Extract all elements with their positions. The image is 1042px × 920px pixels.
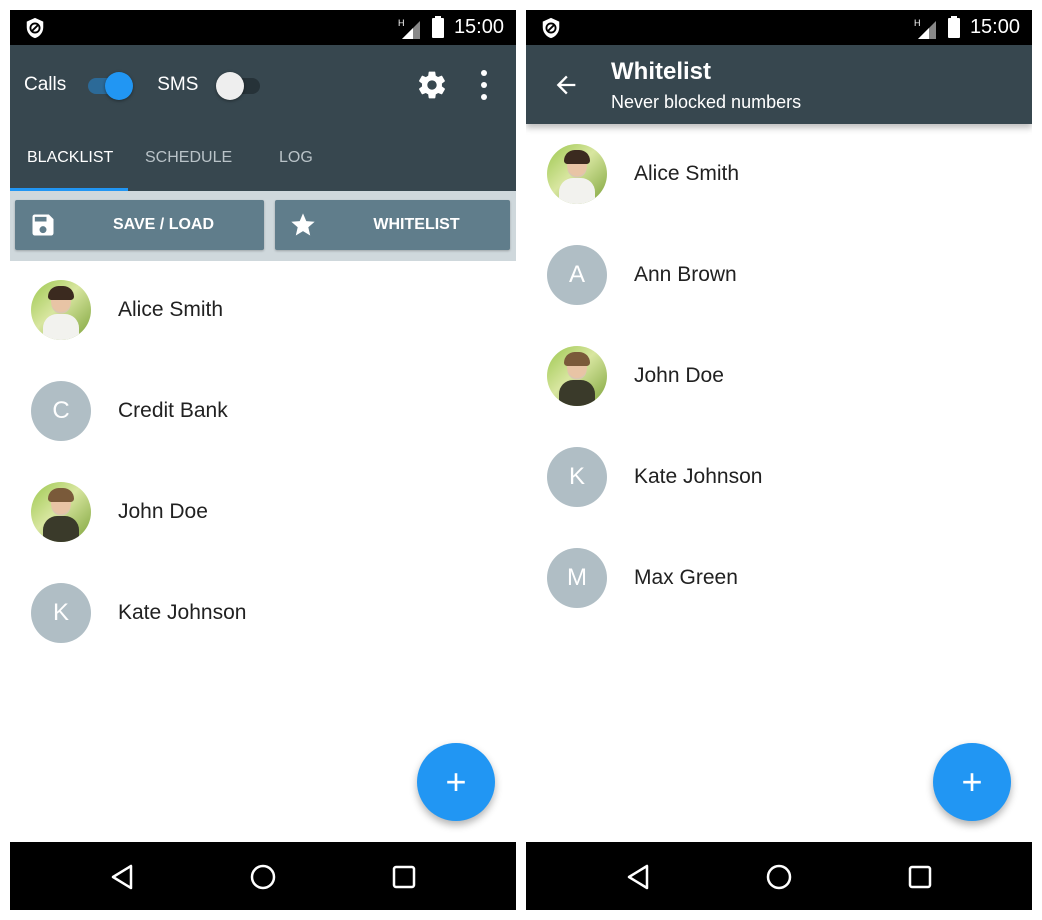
sms-toggle-label: SMS bbox=[157, 74, 199, 95]
navigation-bar bbox=[526, 842, 1032, 910]
signal-icon: H bbox=[398, 18, 420, 39]
contact-letter-avatar: K bbox=[31, 583, 91, 643]
contact-name: Kate Johnson bbox=[634, 465, 763, 488]
contact-photo-avatar bbox=[31, 482, 91, 542]
contact-row[interactable]: K Kate Johnson bbox=[526, 428, 1032, 529]
status-bar: H 15:00 bbox=[10, 10, 516, 45]
status-time: 15:00 bbox=[969, 16, 1020, 38]
contact-name: Alice Smith bbox=[634, 162, 740, 185]
tab-log[interactable]: LOG bbox=[279, 125, 313, 191]
star-icon bbox=[291, 213, 315, 236]
contact-name: John Doe bbox=[118, 500, 208, 523]
contact-row[interactable]: A Ann Brown bbox=[526, 226, 1032, 327]
contact-letter-avatar: M bbox=[547, 548, 607, 608]
contact-row[interactable]: John Doe bbox=[10, 463, 516, 564]
status-time: 15:00 bbox=[453, 16, 504, 38]
contact-row[interactable]: M Max Green bbox=[526, 529, 1032, 630]
contact-name: John Doe bbox=[634, 364, 724, 387]
add-icon: + bbox=[961, 761, 983, 802]
floppy-disk-icon bbox=[32, 214, 54, 236]
tab-bar: BLACKLIST SCHEDULE LOG bbox=[10, 125, 516, 191]
nav-recents-icon[interactable] bbox=[389, 862, 419, 892]
arrow-back-icon[interactable] bbox=[552, 71, 580, 99]
app-bar: Calls SMS BLACKLIST SCHEDULE LOG bbox=[10, 45, 516, 191]
tab-blacklist[interactable]: BLACKLIST bbox=[27, 125, 113, 191]
contact-photo-avatar bbox=[547, 144, 607, 204]
contact-name: Kate Johnson bbox=[118, 601, 247, 624]
network-type: H bbox=[914, 18, 921, 28]
blacklist-contact-list: Alice Smith C Credit Bank John Doe K Kat… bbox=[10, 261, 516, 665]
whitelist-contact-list: Alice Smith A Ann Brown John Doe K Kate … bbox=[526, 125, 1032, 630]
contact-row[interactable]: K Kate Johnson bbox=[10, 564, 516, 665]
navigation-bar bbox=[10, 842, 516, 910]
shield-block-icon bbox=[542, 17, 560, 39]
action-strip: SAVE / LOAD WHITELIST bbox=[10, 191, 516, 261]
network-type: H bbox=[398, 18, 405, 28]
save-load-button[interactable]: SAVE / LOAD bbox=[15, 200, 264, 250]
contact-row[interactable]: C Credit Bank bbox=[10, 362, 516, 463]
add-contact-fab[interactable]: + bbox=[417, 743, 495, 821]
contact-photo-avatar bbox=[547, 346, 607, 406]
contact-name: Alice Smith bbox=[118, 298, 224, 321]
contact-letter-avatar: A bbox=[547, 245, 607, 305]
page-title: Whitelist bbox=[611, 58, 711, 85]
page-subtitle: Never blocked numbers bbox=[611, 92, 802, 112]
tab-schedule[interactable]: SCHEDULE bbox=[145, 125, 232, 191]
contact-row[interactable]: John Doe bbox=[526, 327, 1032, 428]
contact-name: Ann Brown bbox=[634, 263, 737, 286]
nav-back-icon[interactable] bbox=[108, 862, 138, 892]
nav-recents-icon[interactable] bbox=[905, 862, 935, 892]
signal-icon: H bbox=[914, 18, 936, 39]
nav-home-icon[interactable] bbox=[248, 862, 278, 892]
gear-icon[interactable] bbox=[416, 69, 448, 101]
add-contact-fab[interactable]: + bbox=[933, 743, 1011, 821]
contact-name: Max Green bbox=[634, 566, 738, 589]
app-bar: Whitelist Never blocked numbers bbox=[526, 45, 1032, 124]
contact-letter-avatar: K bbox=[547, 447, 607, 507]
contact-row[interactable]: Alice Smith bbox=[10, 261, 516, 362]
battery-icon bbox=[431, 15, 444, 38]
status-bar: H 15:00 bbox=[526, 10, 1032, 45]
nav-home-icon[interactable] bbox=[764, 862, 794, 892]
nav-back-icon[interactable] bbox=[624, 862, 654, 892]
whitelist-screen: H 15:00 Whitelist Never blocked numbers … bbox=[526, 10, 1032, 910]
shield-block-icon bbox=[26, 17, 44, 39]
whitelist-button[interactable]: WHITELIST bbox=[275, 200, 510, 250]
contact-letter-avatar: C bbox=[31, 381, 91, 441]
add-icon: + bbox=[445, 761, 467, 802]
contact-name: Credit Bank bbox=[118, 399, 228, 422]
contact-photo-avatar bbox=[31, 280, 91, 340]
more-vert-icon[interactable] bbox=[478, 70, 490, 100]
battery-icon bbox=[947, 15, 960, 38]
blacklist-screen: H 15:00 Calls SMS BLACKLIST SCHEDULE LOG… bbox=[10, 10, 516, 910]
contact-row[interactable]: Alice Smith bbox=[526, 125, 1032, 226]
calls-toggle-label: Calls bbox=[24, 74, 67, 95]
sms-toggle[interactable] bbox=[216, 71, 262, 100]
calls-toggle[interactable] bbox=[86, 71, 134, 100]
